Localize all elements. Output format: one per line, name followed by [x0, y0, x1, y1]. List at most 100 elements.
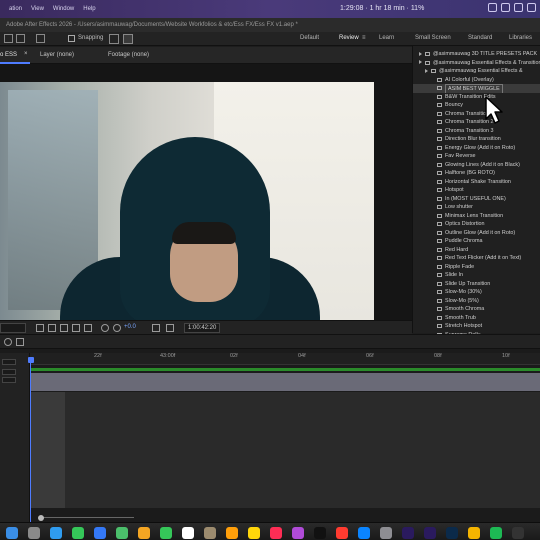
calendar-icon[interactable] [182, 527, 194, 539]
preset-item[interactable]: AI Colorful (Overlay) [413, 76, 540, 85]
safari-icon[interactable] [50, 527, 62, 539]
close-icon[interactable]: × [24, 51, 28, 57]
snapshot-camera-icon[interactable] [152, 324, 160, 332]
workspace-small-screen[interactable]: Small Screen [415, 35, 451, 41]
disclosure-triangle-icon[interactable] [419, 51, 422, 56]
preset-item[interactable]: Red Hard [413, 246, 540, 255]
snap-features-icon[interactable] [123, 34, 133, 44]
exposure-value[interactable]: +0.0 [124, 324, 136, 330]
hand-tool-icon[interactable] [16, 34, 25, 43]
snapping-checkbox[interactable] [68, 35, 75, 42]
selection-tool-icon[interactable] [4, 34, 13, 43]
workspace-learn[interactable]: Learn [379, 35, 394, 41]
facetime-icon[interactable] [160, 527, 172, 539]
premiere-icon[interactable] [424, 527, 436, 539]
podcasts-icon[interactable] [292, 527, 304, 539]
tab-footage[interactable]: Footage (none) [108, 52, 149, 58]
preset-item[interactable]: Horizontal Shake Transition [413, 178, 540, 187]
photos-icon[interactable] [138, 527, 150, 539]
appstore-icon[interactable] [358, 527, 370, 539]
disclosure-triangle-icon[interactable] [425, 68, 428, 73]
preset-item[interactable]: Optics Distortion [413, 220, 540, 229]
maps-icon[interactable] [116, 527, 128, 539]
magnification-dropdown[interactable] [0, 323, 26, 333]
preset-item[interactable]: Red Text Flicker (Add it on Text) [413, 254, 540, 263]
tab-layer[interactable]: Layer (none) [40, 52, 74, 58]
resolution-icon[interactable] [72, 324, 80, 332]
preset-item[interactable]: Glowing Lines (Add it on Black) [413, 161, 540, 170]
photoshop-icon[interactable] [446, 527, 458, 539]
battery-icon[interactable] [514, 3, 523, 12]
preset-item[interactable]: Energy Glow (Add it on Roto) [413, 144, 540, 153]
preset-item[interactable]: B&W Transition Edits [413, 93, 540, 102]
preset-item[interactable]: Direction Blur transition [413, 135, 540, 144]
show-snapshot-icon[interactable] [166, 324, 174, 332]
preset-item[interactable]: Low shutter [413, 203, 540, 212]
preset-item[interactable]: ASIM BEST WIGGLE [413, 84, 540, 93]
time-ruler[interactable]: 22f 43:00f 02f 04f 06f 08f 10f [30, 353, 540, 365]
preset-item[interactable]: Bouncy [413, 101, 540, 110]
reminders-icon[interactable] [226, 527, 238, 539]
spotify-icon[interactable] [490, 527, 502, 539]
terminal-icon[interactable] [512, 527, 524, 539]
settings-icon[interactable] [380, 527, 392, 539]
layer-switch-2[interactable] [2, 369, 16, 375]
aftereffects-icon[interactable] [402, 527, 414, 539]
search-icon[interactable] [527, 3, 536, 12]
exposure-reset-icon[interactable] [113, 324, 121, 332]
workspace-menu-icon[interactable]: ≡ [362, 35, 366, 41]
preset-folder[interactable]: @asimmauwag Essential Effects & Transiti… [413, 59, 540, 68]
contacts-icon[interactable] [204, 527, 216, 539]
menu-item-window[interactable]: Window [53, 6, 74, 12]
layer-switch-1[interactable] [2, 359, 16, 365]
launchpad-icon[interactable] [28, 527, 40, 539]
workspace-libraries[interactable]: Libraries [509, 35, 532, 41]
tab-composition[interactable]: o ESS [0, 52, 17, 58]
current-time-display[interactable]: 1:00:42:20 [184, 323, 221, 333]
preset-item[interactable]: Slide In [413, 271, 540, 280]
mask-icon[interactable] [16, 338, 24, 346]
preset-item[interactable]: Smooth Chroma [413, 305, 540, 314]
workspace-review[interactable]: Review [339, 35, 359, 41]
layer-bar[interactable] [31, 383, 540, 391]
control-center-icon[interactable] [488, 3, 497, 12]
preset-item[interactable]: Outline Glow (Add it on Roto) [413, 229, 540, 238]
menu-item-help[interactable]: Help [83, 6, 95, 12]
preset-item[interactable]: In (MOST USEFUL ONE) [413, 195, 540, 204]
transparency-grid-icon[interactable] [48, 324, 56, 332]
disclosure-triangle-icon[interactable] [419, 60, 422, 64]
wifi-icon[interactable] [501, 3, 510, 12]
preset-item[interactable]: Slow-Mo (30%) [413, 288, 540, 297]
notes-icon[interactable] [248, 527, 260, 539]
messages-icon[interactable] [72, 527, 84, 539]
layer-switch-3[interactable] [2, 377, 16, 383]
layer-bar[interactable] [31, 373, 540, 383]
music-icon[interactable] [270, 527, 282, 539]
timeline-zoom-slider[interactable] [38, 515, 138, 521]
preset-item[interactable]: Fav Reverse [413, 152, 540, 161]
preset-item[interactable]: Chroma Transition 3 [413, 127, 540, 136]
tv-icon[interactable] [314, 527, 326, 539]
chrome-icon[interactable] [468, 527, 480, 539]
zoom-tool-icon[interactable] [36, 34, 45, 43]
guides-icon[interactable] [84, 324, 92, 332]
news-icon[interactable] [336, 527, 348, 539]
preset-item[interactable]: Hotspot [413, 186, 540, 195]
preset-item[interactable]: Ripple Fade [413, 263, 540, 272]
mail-icon[interactable] [94, 527, 106, 539]
preset-folder[interactable]: @asimmauwag 3D TITLE PRESETS PACK [413, 50, 540, 59]
preset-item[interactable]: Chroma Transition 2 [413, 118, 540, 127]
finder-icon[interactable] [6, 527, 18, 539]
workspace-default[interactable]: Default [300, 35, 319, 41]
composition-viewer[interactable] [0, 64, 412, 382]
color-management-icon[interactable] [101, 324, 109, 332]
preset-item[interactable]: Halftone (BG ROTO) [413, 169, 540, 178]
menu-item-view[interactable]: View [31, 6, 44, 12]
preset-item[interactable]: Puddle Chroma [413, 237, 540, 246]
workspace-standard[interactable]: Standard [468, 35, 492, 41]
preset-item[interactable]: Stretch Hotspot [413, 322, 540, 331]
preset-item[interactable]: Minimax Lens Transition [413, 212, 540, 221]
preset-item[interactable]: Slow-Mo (5%) [413, 297, 540, 306]
region-of-interest-icon[interactable] [36, 324, 44, 332]
snap-edges-icon[interactable] [109, 34, 119, 44]
